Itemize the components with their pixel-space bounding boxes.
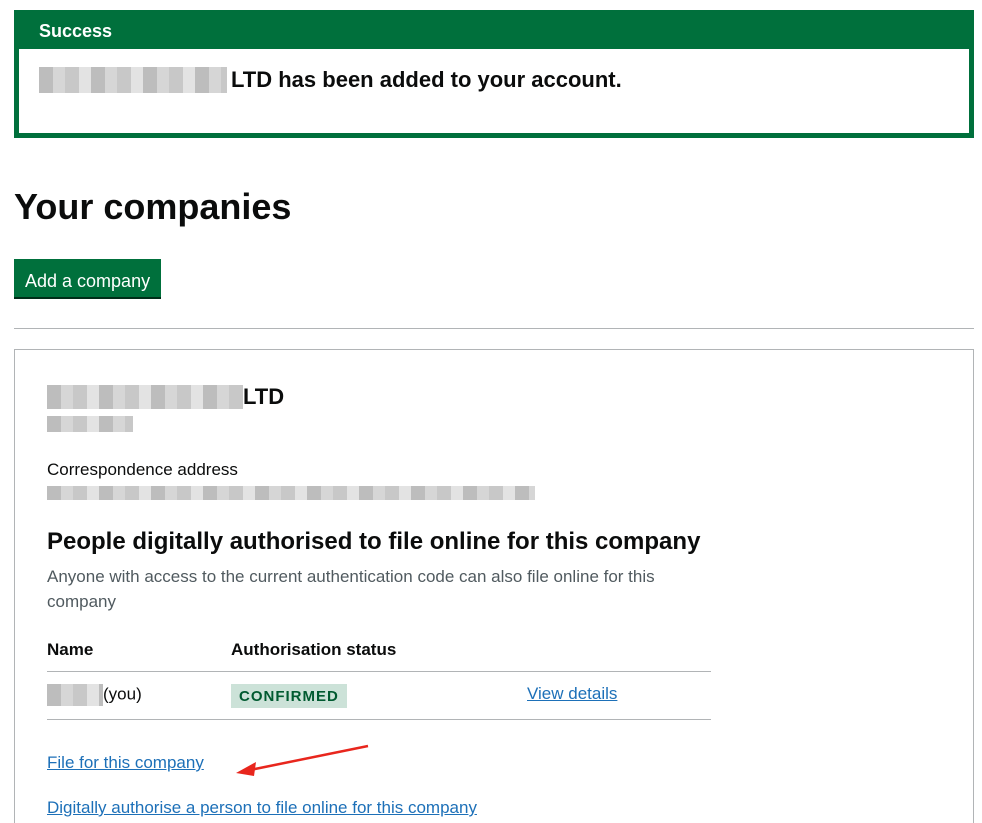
redacted-person-name	[47, 684, 103, 706]
redacted-company-name	[39, 67, 227, 93]
column-header-status: Authorisation status	[231, 640, 397, 659]
view-details-link[interactable]: View details	[527, 684, 617, 704]
red-arrow-icon	[236, 744, 369, 776]
banner-message-text: LTD has been added to your account.	[231, 67, 622, 92]
table-row: (you) CONFIRMED View details	[47, 672, 711, 720]
section-divider	[14, 328, 974, 329]
person-name-suffix: (you)	[103, 684, 142, 704]
table-header-row: Name Authorisation status	[47, 634, 711, 672]
authorise-person-link[interactable]: Digitally authorise a person to file onl…	[47, 798, 477, 818]
status-badge: CONFIRMED	[231, 684, 347, 708]
company-name: LTD	[47, 384, 284, 410]
file-for-company-link[interactable]: File for this company	[47, 753, 204, 773]
success-banner: Success LTD has been added to your accou…	[14, 10, 974, 138]
column-header-name: Name	[47, 640, 94, 659]
add-company-button[interactable]: Add a company	[14, 259, 162, 297]
page-title: Your companies	[14, 186, 292, 227]
banner-message: LTD has been added to your account.	[19, 49, 969, 93]
correspondence-address-label: Correspondence address	[47, 460, 238, 479]
authorised-people-table: Name Authorisation status (you) CONFIRME…	[47, 634, 711, 720]
authorised-people-heading: People digitally authorised to file onli…	[47, 528, 701, 555]
redacted-company-number	[47, 416, 133, 432]
authorised-people-description: Anyone with access to the current authen…	[47, 567, 655, 611]
redacted-correspondence-address	[47, 486, 535, 500]
company-name-suffix: LTD	[243, 384, 285, 409]
person-name: (you)	[47, 684, 142, 706]
company-card: LTD Correspondence address People digita…	[14, 349, 974, 823]
banner-title: Success	[19, 15, 969, 49]
redacted-company-name	[47, 385, 243, 409]
